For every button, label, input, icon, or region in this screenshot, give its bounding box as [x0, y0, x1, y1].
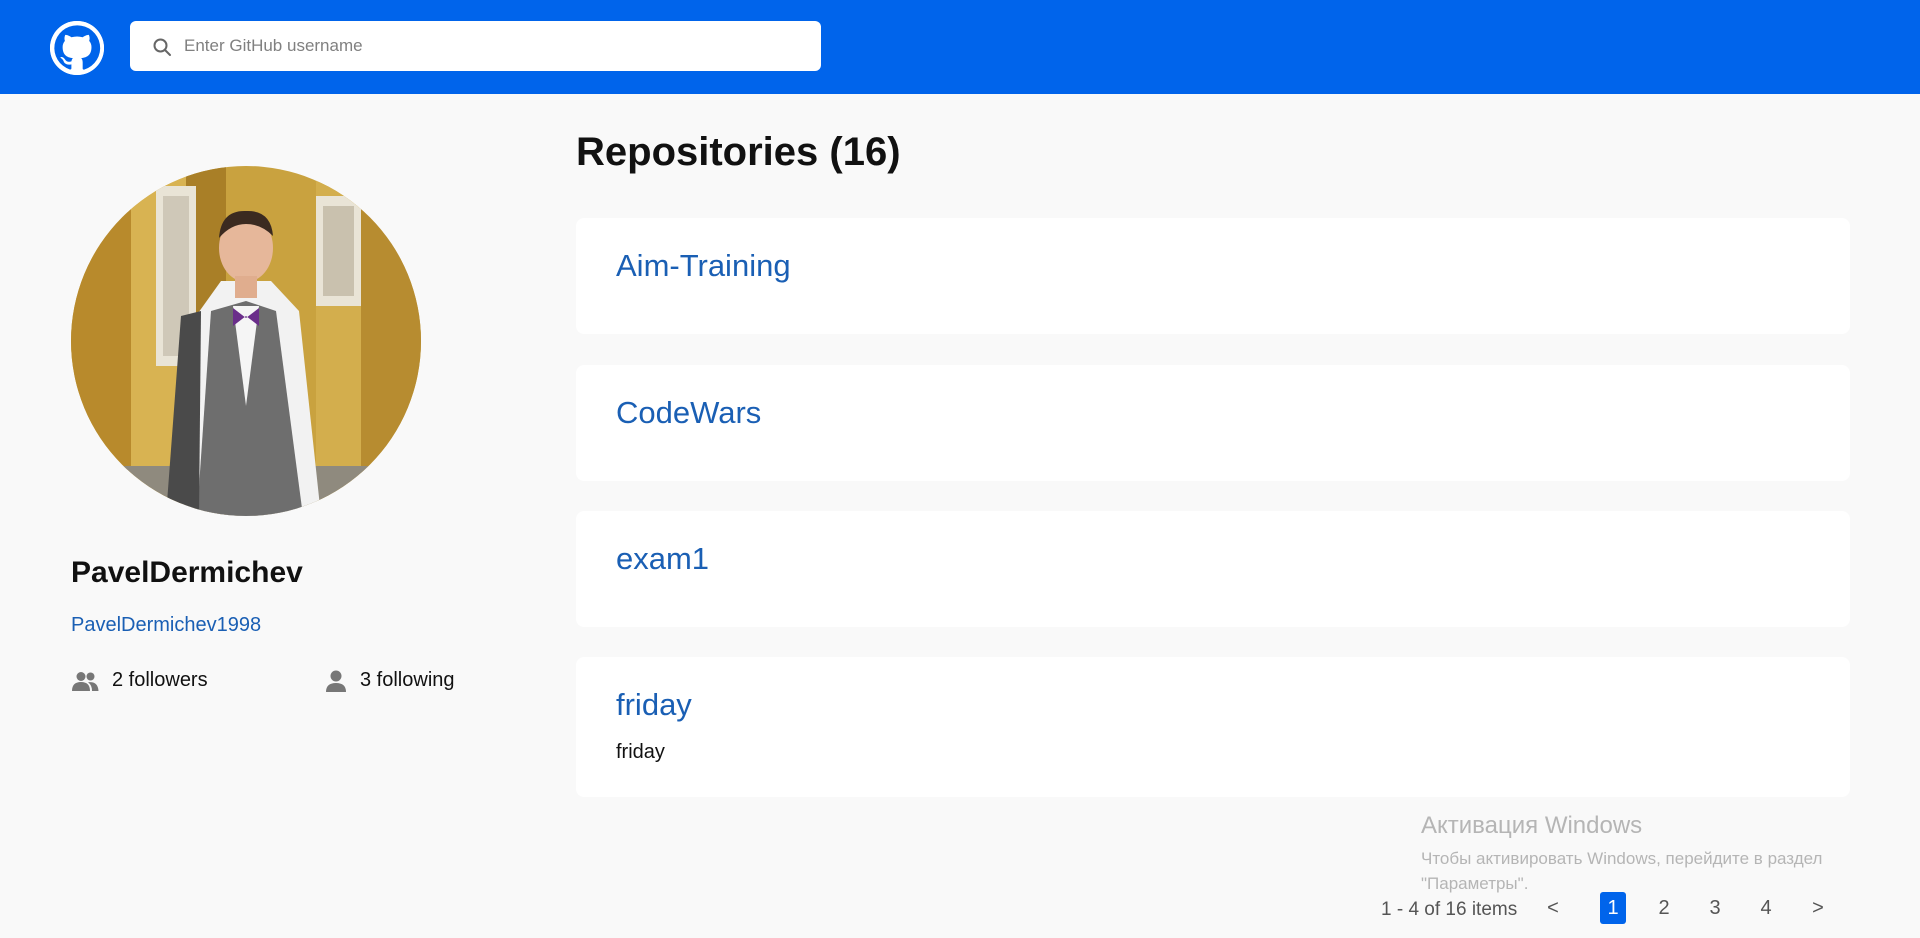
- top-bar: [0, 0, 1920, 94]
- repo-name-link[interactable]: Aim-Training: [616, 248, 791, 284]
- repo-card: CodeWars: [576, 365, 1850, 481]
- repo-description: friday: [616, 741, 665, 763]
- github-icon[interactable]: [50, 21, 104, 75]
- repositories-title: Repositories (16): [576, 130, 901, 174]
- windows-activation-watermark: Активация Windows Чтобы активировать Win…: [1421, 812, 1861, 896]
- search-box: [130, 21, 821, 71]
- person-icon: [326, 670, 346, 692]
- search-input[interactable]: [184, 21, 804, 71]
- repo-name-link[interactable]: CodeWars: [616, 395, 761, 431]
- people-icon: [72, 671, 99, 691]
- profile-name: PavelDermichev: [71, 556, 303, 589]
- pagination-next-button[interactable]: >: [1810, 892, 1826, 924]
- avatar: [71, 166, 421, 516]
- pagination-info: 1 - 4 of 16 items: [1381, 899, 1518, 920]
- pagination-page-3[interactable]: 3: [1707, 892, 1723, 924]
- repo-card: exam1: [576, 511, 1850, 627]
- followers-stat: 2 followers: [71, 669, 208, 692]
- repo-name-link[interactable]: exam1: [616, 541, 709, 577]
- following-stat: 3 following: [325, 669, 455, 692]
- watermark-title: Активация Windows: [1421, 812, 1643, 839]
- followers-count: 2 followers: [112, 669, 208, 691]
- pagination-page-2[interactable]: 2: [1656, 892, 1672, 924]
- pagination-page-4[interactable]: 4: [1758, 892, 1774, 924]
- watermark-text: Чтобы активировать Windows, перейдите в …: [1421, 849, 1823, 893]
- repo-card: friday friday: [576, 657, 1850, 797]
- pagination-prev-button[interactable]: <: [1545, 892, 1561, 924]
- repo-card: Aim-Training: [576, 218, 1850, 334]
- profile-login-link[interactable]: PavelDermichev1998: [71, 614, 261, 637]
- search-icon: [153, 38, 171, 56]
- repo-name-link[interactable]: friday: [616, 687, 692, 723]
- following-count: 3 following: [360, 669, 455, 691]
- pagination-page-1[interactable]: 1: [1600, 892, 1626, 924]
